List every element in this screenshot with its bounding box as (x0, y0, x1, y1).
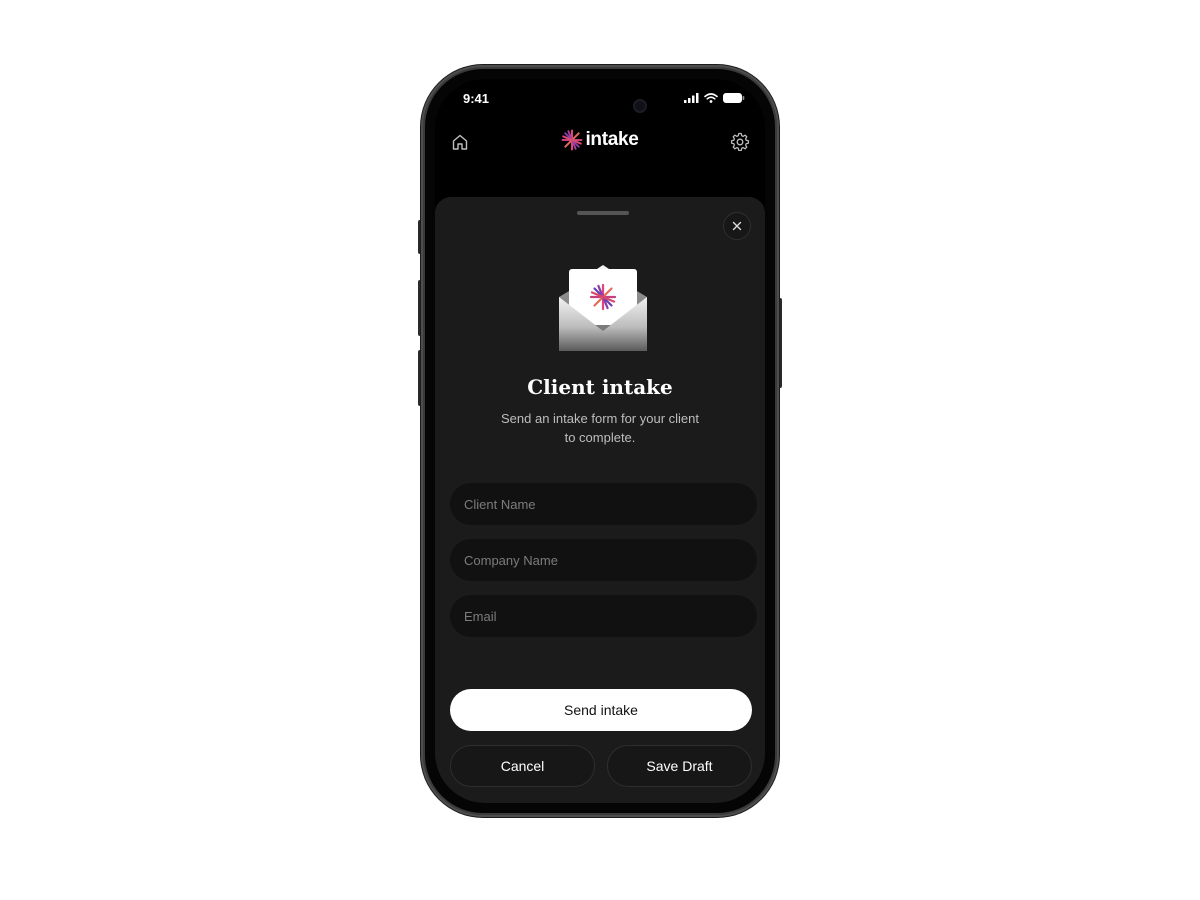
envelope-icon (559, 265, 647, 351)
front-camera (633, 99, 647, 113)
company-name-input[interactable] (450, 539, 757, 581)
status-time: 9:41 (463, 91, 490, 106)
sheet-grabber[interactable] (577, 211, 629, 215)
client-name-input[interactable] (450, 483, 757, 525)
settings-button[interactable] (729, 131, 751, 153)
brand-logo: intake (435, 129, 765, 151)
sheet-title: Client intake (527, 375, 673, 399)
starburst-logo-icon (561, 129, 583, 151)
phone-bezel: 9:41 intake Client intake Send an intake… (425, 69, 775, 813)
cancel-button[interactable]: Cancel (450, 745, 595, 787)
close-icon (732, 221, 742, 231)
canvas: 9:41 intake Client intake Send an intake… (0, 0, 1200, 900)
send-intake-button[interactable]: Send intake (450, 689, 752, 731)
save-draft-button[interactable]: Save Draft (607, 745, 752, 787)
sheet-subtitle: Send an intake form for your client to c… (501, 411, 699, 445)
envelope-illustration (553, 263, 653, 359)
battery-icon (723, 93, 745, 103)
status-icons (684, 93, 745, 103)
signal-icon (684, 93, 699, 103)
gear-icon (731, 132, 749, 152)
phone-frame: 9:41 intake Client intake Send an intake… (421, 65, 779, 817)
intake-sheet: Client intake Send an intake form for yo… (435, 197, 765, 803)
wifi-icon (704, 93, 718, 103)
close-button[interactable] (723, 212, 751, 240)
brand-name: intake (585, 129, 639, 150)
phone-screen: 9:41 intake Client intake Send an intake… (435, 79, 765, 803)
email-input[interactable] (450, 595, 757, 637)
